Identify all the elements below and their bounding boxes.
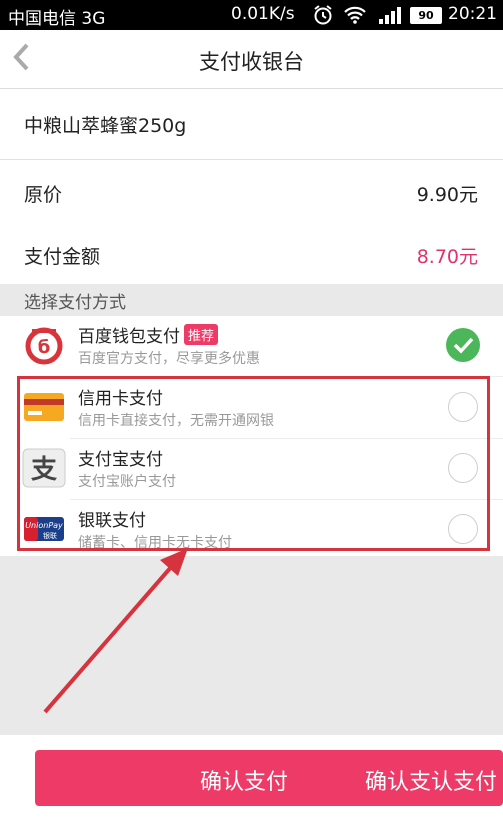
confirm-pay-button[interactable]: 确认支付 确认支认支付 [35, 750, 503, 806]
confirm-pay-label: 确认支付 [200, 770, 289, 795]
confirm-pay-ghost-label: 确认支认支付 [365, 770, 498, 795]
annotation-arrow [43, 548, 188, 714]
footer-bar: 确认支付 确认支认支付 [0, 735, 503, 820]
